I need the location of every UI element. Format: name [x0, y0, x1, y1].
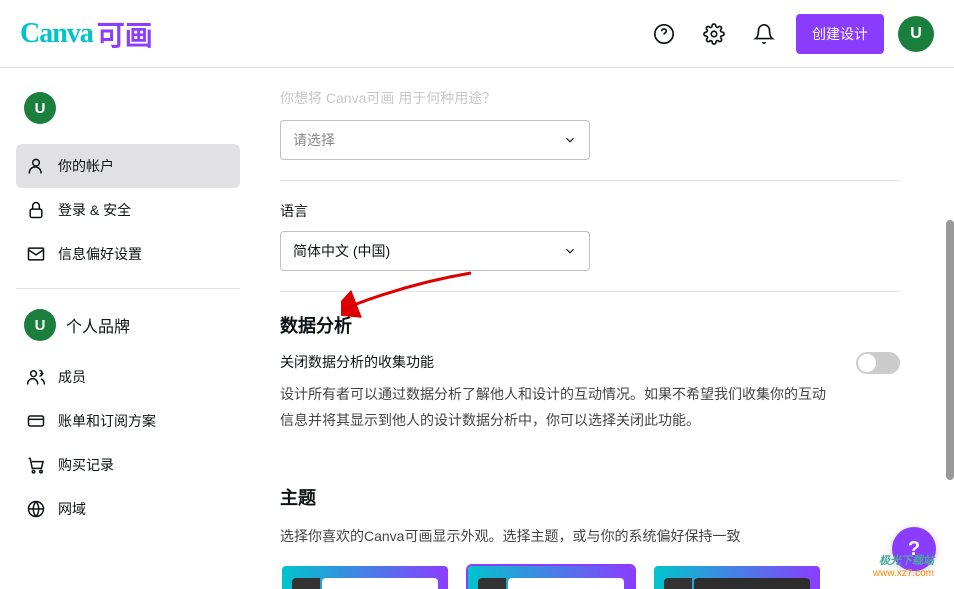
sidebar-item-label: 账单和订阅方案 [58, 411, 156, 431]
mail-icon [26, 244, 46, 264]
chevron-down-icon [563, 244, 577, 258]
language-label: 语言 [280, 201, 900, 221]
purpose-select-placeholder: 请选择 [293, 130, 335, 150]
scrollbar[interactable] [946, 220, 954, 480]
language-select[interactable]: 简体中文 (中国) [280, 231, 590, 271]
sidebar-item-security[interactable]: 登录 & 安全 [16, 188, 240, 232]
purpose-question: 你想将 Canva可画 用于何种用途？ [280, 88, 900, 108]
globe-icon [26, 499, 46, 519]
purpose-select[interactable]: 请选择 [280, 120, 590, 160]
main-layout: U 你的帐户 登录 & 安全 信息偏好设置 U 个人品牌 成员 账单和订阅方案 [0, 68, 954, 589]
sidebar: U 你的帐户 登录 & 安全 信息偏好设置 U 个人品牌 成员 账单和订阅方案 [0, 68, 256, 589]
sidebar-user-row[interactable]: U [16, 84, 240, 132]
logo-chinese-text: 可画 [97, 14, 153, 54]
sidebar-brand-row[interactable]: U 个人品牌 [16, 301, 240, 349]
theme-option-light[interactable] [280, 564, 450, 589]
theme-option-dark[interactable] [466, 564, 636, 589]
analytics-text: 关闭数据分析的收集功能 设计所有者可以通过数据分析了解他人和设计的互动情况。如果… [280, 352, 836, 434]
header-right: 创建设计 U [646, 14, 934, 54]
logo[interactable]: Canva 可画 [20, 14, 153, 54]
purpose-section: 你想将 Canva可画 用于何种用途？ 请选择 [280, 68, 900, 160]
sidebar-divider [16, 288, 240, 289]
cart-icon [26, 455, 46, 475]
watermark-line2: www.xz7.com [873, 568, 934, 579]
analytics-section: 数据分析 关闭数据分析的收集功能 设计所有者可以通过数据分析了解他人和设计的互动… [280, 292, 900, 434]
sidebar-user-avatar: U [24, 92, 56, 124]
analytics-title: 数据分析 [280, 312, 900, 338]
sidebar-brand-avatar: U [24, 309, 56, 341]
sidebar-item-label: 成员 [58, 367, 86, 387]
create-design-button[interactable]: 创建设计 [796, 14, 884, 54]
sidebar-item-billing[interactable]: 账单和订阅方案 [16, 399, 240, 443]
sidebar-item-label: 信息偏好设置 [58, 244, 142, 264]
logo-canva-text: Canva [20, 18, 93, 50]
analytics-toggle-label: 关闭数据分析的收集功能 [280, 352, 836, 372]
theme-options [280, 564, 900, 589]
chevron-down-icon [563, 133, 577, 147]
gear-icon[interactable] [696, 16, 732, 52]
analytics-toggle[interactable] [856, 352, 900, 374]
theme-section: 主题 选择你喜欢的Canva可画显示外观。选择主题，或与你的系统偏好保持一致 [280, 434, 900, 589]
sidebar-item-label: 登录 & 安全 [58, 200, 131, 220]
sidebar-item-label: 你的帐户 [58, 156, 114, 176]
theme-title: 主题 [280, 484, 900, 510]
language-select-value: 简体中文 (中国) [293, 241, 390, 261]
sidebar-item-domain[interactable]: 网域 [16, 487, 240, 531]
settings-content: 你想将 Canva可画 用于何种用途？ 请选择 语言 简体中文 (中国) 数据分… [256, 68, 954, 589]
sidebar-brand-label: 个人品牌 [66, 313, 130, 337]
sidebar-item-members[interactable]: 成员 [16, 355, 240, 399]
people-icon [26, 367, 46, 387]
language-section: 语言 简体中文 (中国) [280, 181, 900, 271]
analytics-toggle-row: 关闭数据分析的收集功能 设计所有者可以通过数据分析了解他人和设计的互动情况。如果… [280, 352, 900, 434]
sidebar-item-purchases[interactable]: 购买记录 [16, 443, 240, 487]
watermark: 极光下载站 www.xz7.com [873, 552, 934, 579]
bell-icon[interactable] [746, 16, 782, 52]
watermark-line1: 极光下载站 [873, 552, 934, 568]
sidebar-item-label: 购买记录 [58, 455, 114, 475]
app-header: Canva 可画 创建设计 U [0, 0, 954, 68]
lock-icon [26, 200, 46, 220]
theme-option-system[interactable] [652, 564, 822, 589]
sidebar-item-messages[interactable]: 信息偏好设置 [16, 232, 240, 276]
sidebar-item-account[interactable]: 你的帐户 [16, 144, 240, 188]
analytics-description: 设计所有者可以通过数据分析了解他人和设计的互动情况。如果不希望我们收集你的互动信… [280, 382, 836, 434]
sidebar-item-label: 网域 [58, 499, 86, 519]
card-icon [26, 411, 46, 431]
help-icon[interactable] [646, 16, 682, 52]
user-avatar-header[interactable]: U [898, 16, 934, 52]
theme-description: 选择你喜欢的Canva可画显示外观。选择主题，或与你的系统偏好保持一致 [280, 524, 900, 550]
user-icon [26, 156, 46, 176]
